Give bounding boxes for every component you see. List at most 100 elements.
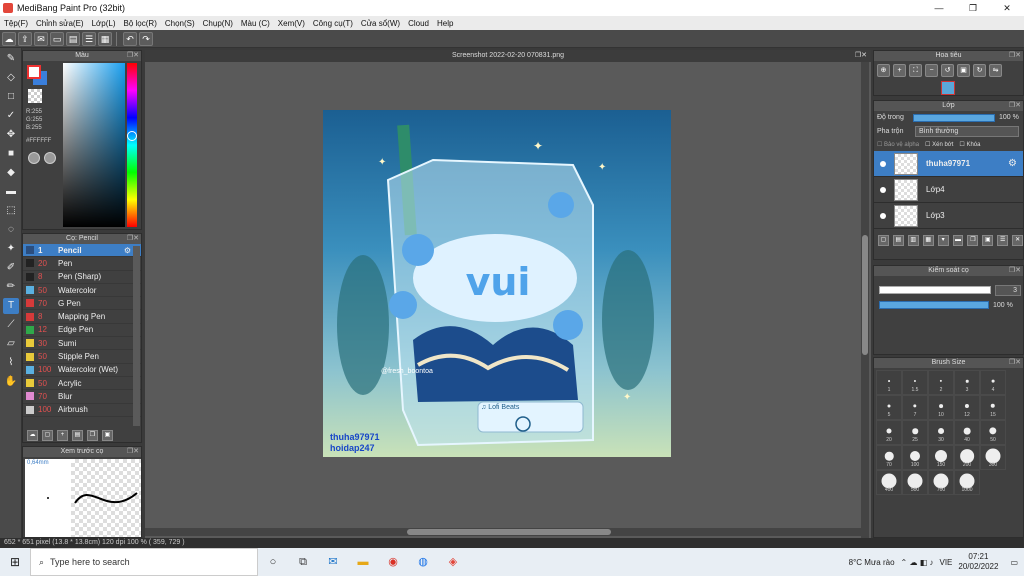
brush-size-preset[interactable]: 5 <box>876 395 902 420</box>
comment-icon[interactable]: ✉ <box>34 31 48 46</box>
opacity-slider[interactable] <box>913 113 995 122</box>
new-halftone-layer-icon[interactable]: ▤ <box>892 234 904 246</box>
close-button[interactable]: ✕ <box>990 0 1024 16</box>
layer-row[interactable]: thuha97971 ⚙ <box>874 151 1023 177</box>
taskbar-search[interactable]: ⌕ Type here to search <box>30 548 258 576</box>
brush-size-preset[interactable]: 7 <box>902 395 928 420</box>
cloud-brush-icon[interactable]: ☁ <box>27 429 38 441</box>
panel-tool-icon[interactable]: ▱ <box>3 336 19 352</box>
delete-brush-icon[interactable]: ▣ <box>102 429 113 441</box>
rotate-right-icon[interactable]: ↻ <box>973 64 986 77</box>
task-view-icon[interactable]: ⧉ <box>288 548 318 576</box>
transparent-color-swatch[interactable] <box>28 89 42 103</box>
lasso-tool-icon[interactable]: ◌ <box>3 222 19 238</box>
menu-layer[interactable]: Lớp(L) <box>88 19 120 28</box>
windows-start-icon[interactable]: ⊞ <box>0 548 30 576</box>
brush-item[interactable]: 30 Sumi <box>23 337 141 351</box>
layer-settings-gear-icon[interactable]: ⚙ <box>1008 158 1017 169</box>
panel-close-icon[interactable]: ❐✕ <box>127 234 139 244</box>
zoom-fit-icon[interactable]: ⊕ <box>877 64 890 77</box>
brush-size-preset[interactable]: 70 <box>876 445 902 470</box>
menu-view[interactable]: Xem(V) <box>274 19 309 28</box>
select-pen-icon[interactable]: ✐ <box>3 260 19 276</box>
fit-screen-icon[interactable]: ▣ <box>957 64 970 77</box>
brush-size-preset[interactable]: 1.5 <box>902 370 928 395</box>
hue-handle[interactable] <box>127 131 137 141</box>
folder-icon[interactable]: ▬ <box>952 234 964 246</box>
upload-icon[interactable]: ⇪ <box>18 31 32 46</box>
dot-tool-icon[interactable]: ✓ <box>3 108 19 124</box>
panel-close-icon[interactable]: ❐✕ <box>1009 358 1021 368</box>
brush-size-preset[interactable]: 700 <box>928 470 954 495</box>
tray-icons[interactable]: ⌃ ☁ ◧ ♪ <box>901 558 934 567</box>
brush-size-preset[interactable]: 15 <box>980 395 1006 420</box>
redo-icon[interactable]: ↷ <box>139 31 153 46</box>
clock[interactable]: 07:21 20/02/2022 <box>958 552 1004 572</box>
layer-row[interactable]: Lớp4 <box>874 177 1023 203</box>
menu-snap[interactable]: Chụp(N) <box>199 19 237 28</box>
brush-scrollbar[interactable] <box>133 246 140 426</box>
menu-tools[interactable]: Công cụ(T) <box>309 19 357 28</box>
brush-tool-icon[interactable]: ✎ <box>3 51 19 67</box>
select-tool-icon[interactable]: ⬚ <box>3 203 19 219</box>
brush-item[interactable]: 70 Blur <box>23 390 141 404</box>
zalo-icon[interactable]: ◍ <box>408 548 438 576</box>
eyedropper-icon[interactable]: ⌇ <box>3 355 19 371</box>
bucket-tool-icon[interactable]: ◆ <box>3 165 19 181</box>
select-eraser-icon[interactable]: ✏ <box>3 279 19 295</box>
blend-select[interactable]: Bình thường <box>915 125 1019 137</box>
brush-item[interactable]: 100 Watercolor (Wet) <box>23 364 141 377</box>
rotate-left-icon[interactable]: ↺ <box>941 64 954 77</box>
color-picker-icon[interactable] <box>44 152 56 164</box>
maximize-button[interactable]: ❐ <box>956 0 990 16</box>
magic-wand-icon[interactable]: ✦ <box>3 241 19 257</box>
menu-edit[interactable]: Chỉnh sửa(E) <box>32 19 88 28</box>
visibility-icon[interactable] <box>880 160 886 167</box>
alpha-protect-checkbox[interactable]: ☐ Bảo vệ alpha <box>877 141 919 148</box>
cloud-icon[interactable]: ☁ <box>2 31 16 46</box>
brush-size-preset[interactable]: 10 <box>928 395 954 420</box>
visibility-icon[interactable] <box>880 212 886 219</box>
brush-size-preset[interactable]: 1000 <box>954 470 980 495</box>
foreground-color-swatch[interactable] <box>27 65 41 79</box>
shape-tool-icon[interactable]: □ <box>3 89 19 105</box>
copy-brush-icon[interactable]: ❐ <box>87 429 98 441</box>
brush-size-preset[interactable]: 30 <box>928 420 954 445</box>
brush-size-input[interactable]: 3 <box>995 284 1021 296</box>
brush-size-preset[interactable]: 4 <box>980 370 1006 395</box>
brush-item[interactable]: 70 G Pen <box>23 297 141 311</box>
clipping-checkbox[interactable]: ☐ Xén bớt <box>925 141 953 148</box>
new-layer-icon[interactable]: ▢ <box>878 234 889 246</box>
canvas-area[interactable]: Screenshot 2022-02-20 070831.png ❐✕ ✦ ✦ <box>145 50 871 538</box>
layer-row[interactable]: Lớp3 <box>874 203 1023 229</box>
menu-window[interactable]: Cửa sổ(W) <box>357 19 404 28</box>
layer-menu-icon[interactable]: ▾ <box>937 234 949 246</box>
brush-size-slider[interactable] <box>879 286 991 294</box>
menu-cloud[interactable]: Cloud <box>404 19 433 28</box>
medibang-icon[interactable]: ◈ <box>438 548 468 576</box>
hue-slider[interactable] <box>127 63 137 227</box>
brush-size-preset[interactable]: 2 <box>928 370 954 395</box>
brush-size-preset[interactable]: 500 <box>902 470 928 495</box>
brush-size-preset[interactable]: 200 <box>954 445 980 470</box>
merge-layer-icon[interactable]: ▣ <box>982 234 994 246</box>
zoom-out-icon[interactable]: − <box>925 64 938 77</box>
weather-text[interactable]: 8°C Mưa rào <box>849 558 895 567</box>
flip-icon[interactable]: ⇋ <box>989 64 1002 77</box>
move-tool-icon[interactable]: ✥ <box>3 127 19 143</box>
brush-size-preset[interactable]: 40 <box>954 420 980 445</box>
zoom-actual-icon[interactable]: ⛶ <box>909 64 922 77</box>
new-folder-icon[interactable]: ▦ <box>922 234 934 246</box>
minimize-button[interactable]: — <box>922 0 956 16</box>
palette-icon[interactable] <box>28 152 40 164</box>
language-indicator[interactable]: VIE <box>939 558 952 567</box>
brush-opacity-slider[interactable] <box>879 301 989 309</box>
brush-size-preset[interactable]: 300 <box>980 445 1006 470</box>
divide-tool-icon[interactable]: ⟋ <box>3 317 19 333</box>
brush-size-preset[interactable]: 20 <box>876 420 902 445</box>
panel-close-icon[interactable]: ❐✕ <box>1009 51 1021 61</box>
brush-size-preset[interactable]: 1 <box>876 370 902 395</box>
brush-size-preset[interactable]: 25 <box>902 420 928 445</box>
zoom-in-icon[interactable]: + <box>893 64 906 77</box>
brush-item[interactable]: 8 Mapping Pen <box>23 310 141 324</box>
